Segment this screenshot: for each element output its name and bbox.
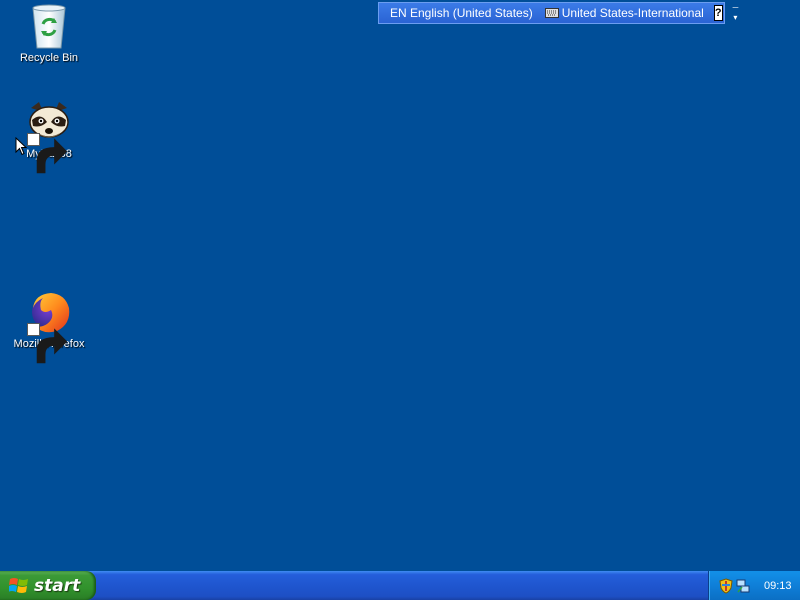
language-bar[interactable]: EN English (United States) United States… — [378, 2, 738, 24]
keyboard-layout-selector[interactable]: United States-International — [541, 4, 708, 22]
firefox-icon — [25, 288, 73, 364]
system-tray: 09:13 — [708, 571, 800, 600]
security-shield-icon[interactable] — [719, 577, 733, 594]
clock[interactable]: 09:13 — [764, 580, 792, 592]
start-button[interactable]: start — [0, 571, 96, 600]
mypal-raccoon-icon — [25, 98, 73, 174]
windows-logo-icon — [9, 577, 28, 593]
desktop[interactable]: Recycle Bin MyPal 68 — [0, 0, 800, 571]
keyboard-icon — [544, 8, 559, 18]
desktop-icon-label: Recycle Bin — [19, 52, 79, 64]
help-button[interactable]: ? — [713, 5, 723, 21]
recycle-bin-icon — [25, 2, 73, 50]
shortcut-arrow-icon — [27, 323, 68, 364]
taskbar[interactable]: start 09:13 — [0, 571, 800, 600]
language-label: EN English (United States) — [390, 6, 533, 20]
shortcut-arrow-icon — [27, 133, 68, 174]
keyboard-layout-label: United States-International — [561, 6, 704, 20]
desktop-icon-recycle-bin[interactable]: Recycle Bin — [11, 2, 87, 65]
network-connection-icon[interactable] — [736, 578, 750, 594]
language-selector[interactable]: EN English (United States) — [386, 4, 537, 22]
minimize-icon: ─ — [732, 3, 739, 12]
desktop-icon-firefox[interactable]: Mozilla Firefox — [11, 288, 87, 364]
chevron-down-icon: ▾ — [733, 13, 738, 22]
mouse-cursor-icon — [15, 137, 27, 156]
start-label: start — [34, 575, 81, 596]
language-bar-options[interactable]: ─ ▾ — [733, 4, 739, 22]
